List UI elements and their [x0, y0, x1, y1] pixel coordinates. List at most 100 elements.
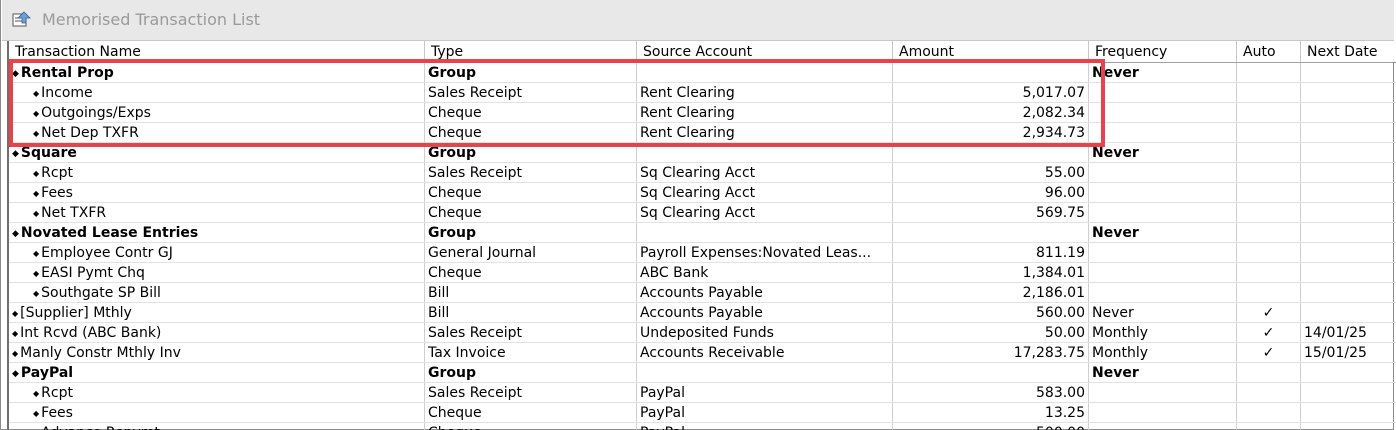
frequency-cell: Never — [1089, 63, 1237, 82]
auto-cell — [1237, 223, 1301, 242]
table-row[interactable]: ◆ Square Group Never — [9, 143, 1396, 163]
frequency-cell — [1089, 183, 1237, 202]
source-account-cell — [637, 223, 893, 242]
table-row[interactable]: ◆ Southgate SP Bill Bill Accounts Payable 2,… — [9, 283, 1396, 303]
auto-cell — [1237, 203, 1301, 222]
transaction-name-cell: ◆ Rcpt — [9, 163, 425, 182]
next-date-cell — [1301, 203, 1396, 222]
table-row[interactable]: ◆ Rcpt Sales Receipt Sq Clearing Acct 55.00 — [9, 163, 1396, 183]
type-cell: Bill — [425, 303, 637, 322]
amount-cell: 500.00 — [893, 423, 1089, 430]
table-row[interactable]: ◆ Employee Contr GJ General Journal Payroll… — [9, 243, 1396, 263]
transaction-name-cell: ◆ Square — [9, 143, 425, 162]
table-row[interactable]: ◆ Rental Prop Group Never — [9, 63, 1396, 83]
column-header-type[interactable]: Type — [425, 41, 637, 62]
amount-cell: 811.19 — [893, 243, 1089, 262]
table-row[interactable]: ◆ Rcpt Sales Receipt PayPal 583.00 — [9, 383, 1396, 403]
transaction-name: Square — [20, 145, 77, 161]
frequency-cell: Never — [1089, 363, 1237, 382]
transaction-name: Net TXFR — [41, 205, 107, 221]
source-account-cell — [637, 143, 893, 162]
table-row[interactable]: ◆ Fees Cheque PayPal 13.25 — [9, 403, 1396, 423]
diamond-icon: ◆ — [33, 389, 40, 398]
next-date-cell — [1301, 63, 1396, 82]
auto-cell — [1237, 123, 1301, 142]
type-cell: Cheque — [425, 123, 637, 142]
transaction-name-cell: ◆ [Supplier] Mthly — [9, 303, 425, 322]
source-account-cell — [637, 63, 893, 82]
column-header-amount[interactable]: Amount — [893, 41, 1089, 62]
transaction-name-cell: ◆ Fees — [9, 403, 425, 422]
amount-cell: 560.00 — [893, 303, 1089, 322]
diamond-icon: ◆ — [12, 149, 19, 159]
type-cell: Bill — [425, 283, 637, 302]
amount-cell — [893, 223, 1089, 242]
column-header-auto[interactable]: Auto — [1237, 41, 1301, 62]
frequency-cell — [1089, 283, 1237, 302]
table-row[interactable]: ◆ PayPal Group Never — [9, 363, 1396, 383]
table-row[interactable]: ◆ Net TXFR Cheque Sq Clearing Acct 569.75 — [9, 203, 1396, 223]
source-account-cell: ABC Bank — [637, 263, 893, 282]
next-date-cell — [1301, 83, 1396, 102]
next-date-cell — [1301, 123, 1396, 142]
type-cell: Sales Receipt — [425, 383, 637, 402]
auto-cell — [1237, 363, 1301, 382]
table-row[interactable]: ◆ EASI Pymt Chq Cheque ABC Bank 1,384.01 — [9, 263, 1396, 283]
table-row[interactable]: ◆Advance RepymtChequePayPal500.00 — [9, 423, 1396, 430]
table-row[interactable]: ◆ Income Sales Receipt Rent Clearing 5,017.0… — [9, 83, 1396, 103]
window-title: Memorised Transaction List — [42, 10, 261, 29]
table-row[interactable]: ◆ Novated Lease Entries Group Never — [9, 223, 1396, 243]
transaction-name: EASI Pymt Chq — [41, 265, 145, 281]
type-cell: Tax Invoice — [425, 343, 637, 362]
title-bar: Memorised Transaction List — [2, 0, 1394, 41]
amount-cell — [893, 363, 1089, 382]
transaction-name-cell: ◆ Net Dep TXFR — [9, 123, 425, 142]
frequency-cell: Never — [1089, 143, 1237, 162]
frequency-cell: Monthly — [1089, 323, 1237, 342]
table-row[interactable]: ◆ Fees Cheque Sq Clearing Acct 96.00 — [9, 183, 1396, 203]
transaction-name: Rcpt — [41, 385, 73, 401]
column-header-next-date[interactable]: Next Date — [1301, 41, 1396, 62]
transaction-name: Rcpt — [41, 165, 73, 181]
auto-cell — [1237, 143, 1301, 162]
transaction-name: Rental Prop — [20, 65, 114, 81]
next-date-cell — [1301, 383, 1396, 402]
transaction-name-cell: ◆ Southgate SP Bill — [9, 283, 425, 302]
amount-cell: 2,186.01 — [893, 283, 1089, 302]
table-row[interactable]: ◆ Net Dep TXFR Cheque Rent Clearing 2,934.73 — [9, 123, 1396, 143]
column-header-transaction-name[interactable]: Transaction Name — [9, 41, 425, 62]
table-row[interactable]: ◆ [Supplier] Mthly Bill Accounts Payable 560… — [9, 303, 1396, 323]
table-row[interactable]: ◆ Manly Constr Mthly Inv Tax Invoice Accoun… — [9, 343, 1396, 363]
next-date-cell — [1301, 403, 1396, 422]
next-date-cell: 15/01/25 — [1304, 345, 1367, 361]
diamond-icon: ◆ — [12, 229, 19, 239]
amount-cell: 583.00 — [893, 383, 1089, 402]
column-header-frequency[interactable]: Frequency — [1089, 41, 1237, 62]
frequency-cell — [1089, 263, 1237, 282]
frequency-cell: Monthly — [1089, 343, 1237, 362]
source-account-cell: PayPal — [637, 383, 893, 402]
diamond-icon: ◆ — [33, 269, 40, 278]
next-date-cell — [1301, 243, 1396, 262]
source-account-cell: Sq Clearing Acct — [637, 163, 893, 182]
table-row[interactable]: ◆ Int Rcvd (ABC Bank) Sales Receipt Undepos… — [9, 323, 1396, 343]
transaction-grid[interactable]: Transaction Name Type Source Account Amo… — [7, 41, 1396, 430]
auto-cell: ✓ — [1237, 323, 1301, 342]
diamond-icon: ◆ — [33, 169, 40, 178]
transaction-name-cell: ◆ Net TXFR — [9, 203, 425, 222]
type-cell: Sales Receipt — [425, 83, 637, 102]
next-date-cell — [1301, 103, 1396, 122]
transaction-name-cell: ◆ Rental Prop — [9, 63, 425, 82]
transaction-name: Southgate SP Bill — [41, 285, 161, 301]
amount-cell — [893, 63, 1089, 82]
auto-cell — [1237, 423, 1301, 430]
column-header-source-account[interactable]: Source Account — [637, 41, 893, 62]
auto-cell — [1237, 163, 1301, 182]
auto-cell — [1237, 63, 1301, 82]
next-date-cell — [1301, 163, 1396, 182]
source-account-cell: PayPal — [637, 423, 893, 430]
transaction-name: Net Dep TXFR — [41, 125, 139, 141]
table-row[interactable]: ◆ Outgoings/Exps Cheque Rent Clearing 2,082.… — [9, 103, 1396, 123]
diamond-icon: ◆ — [12, 309, 19, 318]
next-date-cell: 14/01/25 — [1304, 325, 1367, 341]
